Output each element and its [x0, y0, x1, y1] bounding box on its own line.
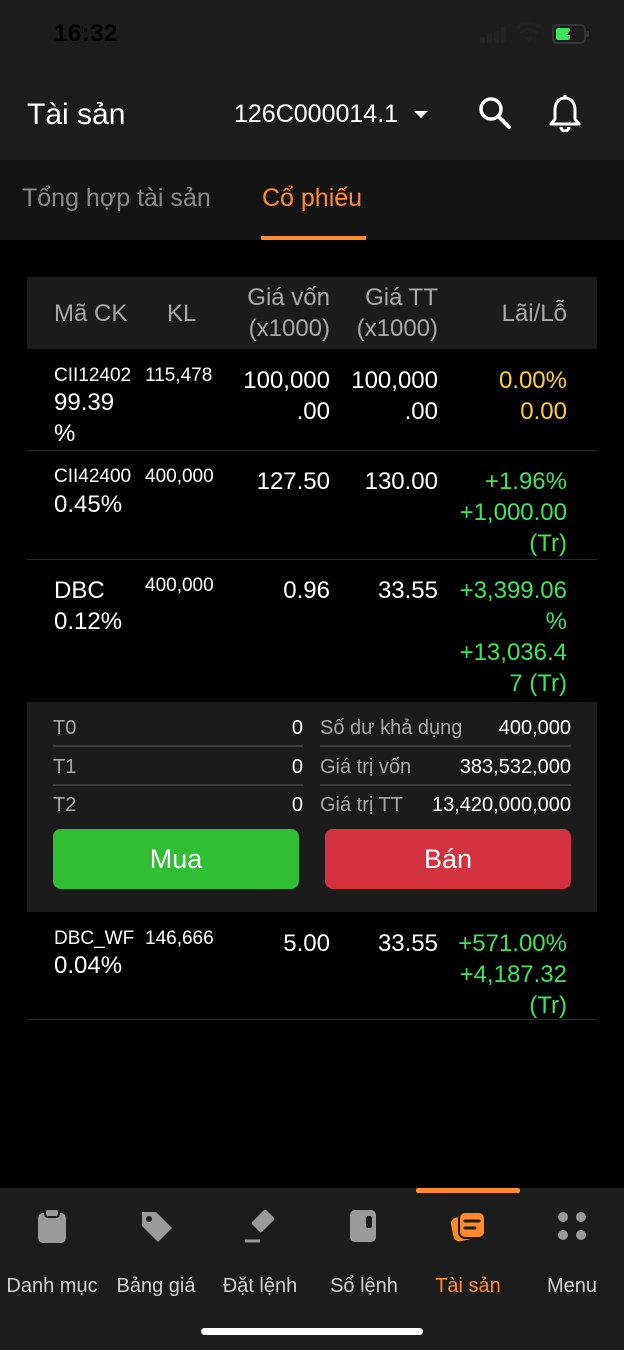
t1-row: T1 0	[53, 756, 303, 778]
nav-item-place-order[interactable]: Đặt lệnh	[208, 1188, 312, 1308]
header-cost-price: Giá vốn (x1000)	[247, 284, 330, 342]
app-header: Tài sản 126C000014.1	[0, 70, 624, 160]
stock-code: CII12402	[54, 365, 132, 386]
divider	[53, 784, 303, 786]
market-value-row: Giá trị TT 13,420,000,000	[320, 794, 571, 816]
stock-profit-loss: 0.00% 0.00	[498, 367, 567, 425]
cost-value-row: Giá trị vốn 383,532,000	[320, 756, 571, 778]
stock-profit-loss: +1.96% +1,000.00 (Tr)	[459, 468, 567, 557]
page-title: Tài sản	[27, 98, 126, 131]
order-book-icon	[350, 1210, 376, 1242]
search-icon[interactable]	[478, 96, 512, 130]
nav-item-assets[interactable]: Tài sản	[416, 1188, 520, 1308]
stock-cost-price: 100,000.00	[243, 367, 330, 425]
clipboard-icon	[38, 1208, 66, 1243]
table-row-expanded[interactable]: DBC 0.12% 400,000 0.96 33.55 +3,399.06% +1…	[27, 560, 597, 702]
stock-code: DBC 0.12%	[54, 577, 123, 635]
tab-stocks[interactable]: Cổ phiếu	[262, 184, 362, 213]
table-row[interactable]: DBC_WF 0.04% 146,666 5.00 33.55 +571.00%…	[27, 912, 597, 1020]
stock-volume: 400,000	[145, 466, 214, 487]
divider	[53, 745, 303, 747]
gavel-icon	[245, 1209, 275, 1243]
header-profit-loss: Lãi/Lỗ	[501, 300, 567, 327]
stock-profit-loss: +571.00% +4,187.32 (Tr)	[458, 930, 567, 1019]
stock-cost-price: 0.96	[283, 577, 330, 604]
sell-button[interactable]: Bán	[325, 829, 571, 889]
divider	[320, 784, 571, 786]
stock-weight: 0.45%	[54, 491, 123, 518]
stock-weight: 99.39%	[54, 389, 115, 447]
chevron-down-icon	[414, 111, 429, 118]
t0-row: T0 0	[53, 717, 303, 739]
stock-code: CII42400	[54, 466, 132, 487]
battery-icon	[552, 24, 589, 44]
t2-row: T2 0	[53, 794, 303, 816]
stock-market-price: 33.55	[377, 930, 438, 957]
nav-item-menu[interactable]: Menu	[520, 1188, 624, 1308]
header-volume: KL	[167, 300, 197, 327]
status-time: 16:32	[54, 20, 118, 47]
bottom-navigation: Danh mục Bảng giá Đặt lệnh Sổ lệnh Tài s…	[0, 1188, 624, 1350]
grid-icon	[558, 1212, 586, 1240]
asset-tabs: Tổng hợp tài sản Cổ phiếu	[0, 160, 624, 240]
wifi-icon	[516, 22, 542, 43]
stock-code: DBC_WF	[54, 928, 135, 949]
nav-item-order-book[interactable]: Sổ lệnh	[312, 1188, 416, 1308]
stock-market-price: 130.00	[364, 468, 438, 495]
stock-cost-price: 127.50	[256, 468, 330, 495]
price-tag-icon	[142, 1212, 172, 1242]
buy-button[interactable]: Mua	[53, 829, 299, 889]
header-market-price: Giá TT (x1000)	[356, 284, 438, 342]
account-selector[interactable]: 126C000014.1	[234, 100, 429, 129]
available-balance-row: Số dư khả dụng 400,000	[320, 717, 571, 739]
stock-volume: 400,000	[145, 575, 214, 596]
holding-detail-panel: T0 0 T1 0 T2 0 Số dư khả dụng 400,000 Giá tr…	[27, 702, 597, 912]
table-row[interactable]: CII12402 99.39% 115,478 100,000.00 100,0…	[27, 349, 597, 451]
table-header: Mã CK KL Giá vốn (x1000) Giá TT (x1000) Lã…	[27, 277, 597, 349]
table-row[interactable]: CII42400 0.45% 400,000 127.50 130.00 +1.…	[27, 451, 597, 560]
stock-profit-loss: +3,399.06% +13,036.4 7 (Tr)	[459, 577, 567, 697]
nav-label: Menu	[546, 1275, 598, 1297]
cellular-signal-icon	[480, 27, 508, 43]
wallet-icon	[450, 1211, 486, 1242]
nav-item-portfolio[interactable]: Danh mục	[0, 1188, 104, 1308]
home-indicator[interactable]	[201, 1328, 423, 1335]
stock-market-price: 100,000.00	[351, 367, 438, 425]
status-bar: 16:32	[0, 0, 624, 70]
tab-asset-overview[interactable]: Tổng hợp tài sản	[22, 184, 211, 213]
stock-market-price: 33.55	[377, 577, 438, 604]
stock-volume: 146,666	[145, 928, 214, 949]
stock-weight: 0.04%	[54, 952, 123, 979]
stock-volume: 115,478	[145, 365, 213, 386]
header-code: Mã CK	[54, 300, 128, 327]
bell-icon[interactable]	[548, 94, 582, 132]
stock-cost-price: 5.00	[283, 930, 330, 957]
holdings-table: Mã CK KL Giá vốn (x1000) Giá TT (x1000) Lã…	[27, 277, 597, 1020]
divider	[320, 745, 571, 747]
active-tab-indicator	[261, 236, 366, 240]
nav-item-price-board[interactable]: Bảng giá	[104, 1188, 208, 1308]
account-number: 126C000014.1	[234, 100, 399, 128]
